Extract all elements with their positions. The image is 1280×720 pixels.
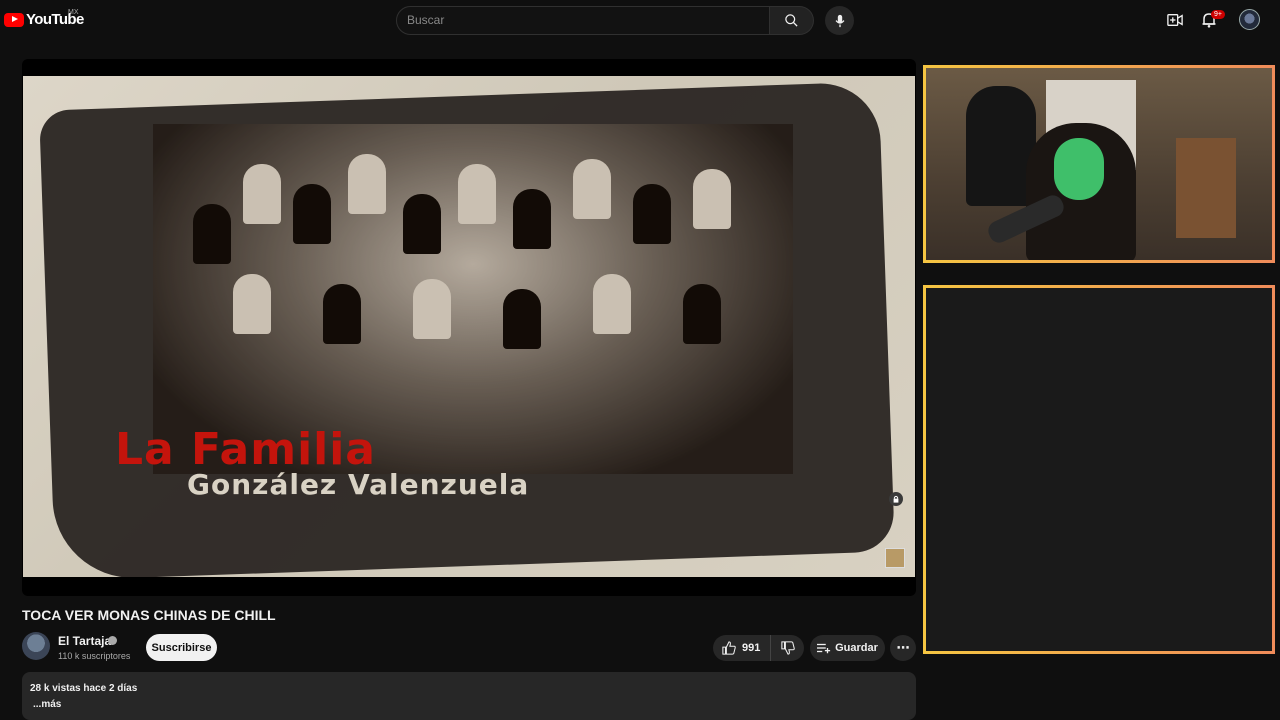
more-icon: ⋯ xyxy=(896,640,910,655)
dislike-button[interactable] xyxy=(771,635,804,661)
lock-icon xyxy=(889,492,903,506)
video-frame: La Familia González Valenzuela xyxy=(23,76,915,577)
channel-avatar[interactable] xyxy=(22,632,50,660)
overlay-title-line2: González Valenzuela xyxy=(187,468,530,501)
account-avatar[interactable] xyxy=(1239,9,1260,30)
like-icon xyxy=(722,641,736,655)
top-bar: YouTube MX Buscar 9+ xyxy=(0,0,1280,40)
video-player[interactable]: La Familia González Valenzuela xyxy=(22,59,916,596)
search-button[interactable] xyxy=(770,6,814,35)
region-label: MX xyxy=(68,9,79,16)
mic-icon xyxy=(835,14,844,27)
description-box[interactable]: 28 k vistas hace 2 días ...más xyxy=(22,672,916,720)
search-input[interactable]: Buscar xyxy=(396,6,770,35)
like-dislike-group: 991 xyxy=(713,635,804,661)
subscriber-count: 110 k suscriptores xyxy=(58,651,131,661)
search-icon xyxy=(785,14,798,27)
video-title: TOCA VER MONAS CHINAS DE CHILL xyxy=(22,607,276,623)
archival-photo xyxy=(153,124,793,474)
save-label: Guardar xyxy=(835,642,878,654)
save-button[interactable]: Guardar xyxy=(810,635,885,661)
like-count: 991 xyxy=(742,642,761,654)
youtube-logo-icon xyxy=(4,12,24,27)
streamer-face xyxy=(1054,138,1104,200)
more-actions-button[interactable]: ⋯ xyxy=(890,635,916,661)
channel-name[interactable]: El Tartaja xyxy=(58,634,111,648)
notification-badge: 9+ xyxy=(1211,10,1225,19)
streamer-avatar-icon xyxy=(885,548,905,568)
chat-panel xyxy=(923,285,1275,654)
search-bar: Buscar xyxy=(396,6,814,35)
create-button[interactable] xyxy=(1165,10,1185,30)
voice-search-button[interactable] xyxy=(825,6,854,35)
subscribe-button[interactable]: Suscribirse xyxy=(146,634,217,661)
webcam-panel xyxy=(923,65,1275,263)
door xyxy=(1176,138,1236,238)
show-more-link[interactable]: ...más xyxy=(33,699,908,710)
view-stats: 28 k vistas hace 2 días xyxy=(30,683,138,694)
create-icon xyxy=(1167,14,1183,26)
dislike-icon xyxy=(780,641,795,655)
verified-icon xyxy=(108,636,117,645)
save-icon xyxy=(817,643,831,654)
like-button[interactable]: 991 xyxy=(713,635,771,661)
